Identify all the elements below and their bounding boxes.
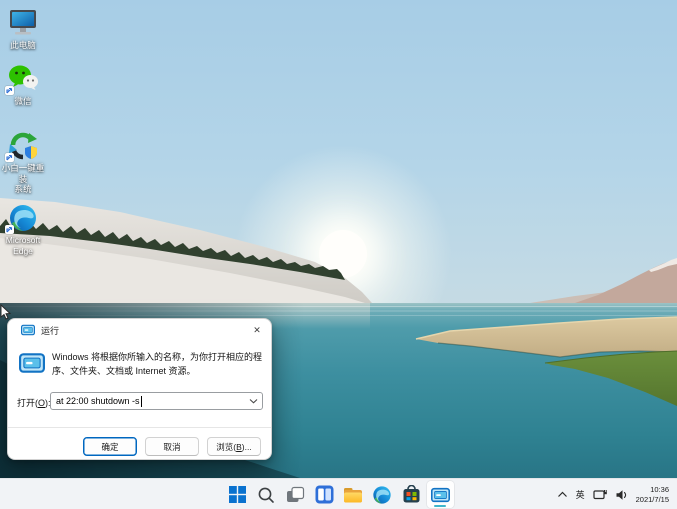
- run-message-icon: [19, 353, 45, 373]
- dialog-divider: [8, 427, 271, 428]
- task-view-icon: [286, 486, 304, 502]
- cancel-button[interactable]: 取消: [145, 437, 199, 456]
- desktop-icon-wechat[interactable]: 微信: [0, 64, 46, 107]
- open-field-label: 打开(O):: [17, 398, 51, 408]
- run-command-value: at 22:00 shutdown -s: [56, 396, 140, 406]
- text-caret: [140, 395, 142, 407]
- this-pc-icon: [7, 8, 39, 38]
- taskbar-center: [224, 479, 454, 509]
- dialog-button-row: 确定 取消 浏览(B)...: [8, 437, 271, 456]
- icon-label: 微信: [14, 96, 32, 106]
- shortcut-arrow-icon: [5, 153, 14, 162]
- run-dialog-message: Windows 将根据你所输入的名称，为你打开相应的程序、文件夹、文档或 Int…: [52, 352, 263, 376]
- clock[interactable]: 10:36 2021/7/15: [636, 485, 669, 504]
- search-button[interactable]: [253, 481, 280, 508]
- shortcut-arrow-icon: [5, 86, 14, 95]
- volume-icon[interactable]: [615, 489, 628, 501]
- run-dialog-icon: [21, 324, 35, 336]
- file-explorer-icon: [344, 487, 362, 502]
- desktop-icon-this-pc[interactable]: 此电脑: [0, 8, 46, 51]
- search-icon: [258, 487, 274, 503]
- store-button[interactable]: [398, 481, 425, 508]
- run-dialog-titlebar[interactable]: 运行: [8, 319, 271, 341]
- run-app-button[interactable]: [426, 481, 454, 508]
- hidden-icons-chevron-icon[interactable]: [557, 491, 568, 498]
- desktop-screen: 此电脑 微信 小白一键重装 系统 Microsoft Edge 运行 ✕ Win…: [0, 0, 677, 509]
- file-explorer-button[interactable]: [340, 481, 367, 508]
- desktop-icon-edge[interactable]: Microsoft Edge: [0, 203, 46, 256]
- edge-icon: [5, 203, 39, 234]
- icon-label: 小白一键重装 系统: [1, 163, 45, 194]
- network-icon[interactable]: [593, 489, 607, 501]
- chevron-down-icon[interactable]: [249, 398, 258, 404]
- ok-button[interactable]: 确定: [83, 437, 137, 456]
- edge-button[interactable]: [369, 481, 396, 508]
- task-view-button[interactable]: [282, 481, 309, 508]
- tray-time: 10:36: [650, 485, 669, 494]
- tray-date: 2021/7/15: [635, 494, 669, 504]
- wechat-icon: [5, 64, 39, 95]
- system-tray: 英 10:36 2021/7/15: [557, 479, 677, 509]
- edge-icon: [373, 485, 391, 504]
- xiaobai-icon: [5, 131, 39, 162]
- start-button[interactable]: [224, 481, 251, 508]
- ime-indicator[interactable]: 英: [576, 488, 585, 501]
- windows-logo-icon: [228, 486, 246, 503]
- widgets-button[interactable]: [311, 481, 338, 508]
- icon-label: Microsoft Edge: [5, 235, 41, 256]
- active-app-indicator: [434, 504, 446, 507]
- desktop-icon-xiaobai[interactable]: 小白一键重装 系统: [0, 131, 46, 195]
- shortcut-arrow-icon: [5, 225, 14, 234]
- browse-button[interactable]: 浏览(B)...: [207, 437, 261, 456]
- run-command-input[interactable]: at 22:00 shutdown -s: [50, 392, 263, 410]
- close-icon[interactable]: ✕: [248, 322, 266, 339]
- run-app-icon: [430, 487, 450, 502]
- icon-label: 此电脑: [10, 40, 36, 50]
- widgets-icon: [315, 485, 333, 504]
- dialog-title: 运行: [41, 325, 60, 336]
- taskbar: 英 10:36 2021/7/15: [0, 478, 677, 509]
- store-icon: [403, 485, 419, 503]
- run-dialog: 运行 ✕ Windows 将根据你所输入的名称，为你打开相应的程序、文件夹、文档…: [7, 318, 272, 460]
